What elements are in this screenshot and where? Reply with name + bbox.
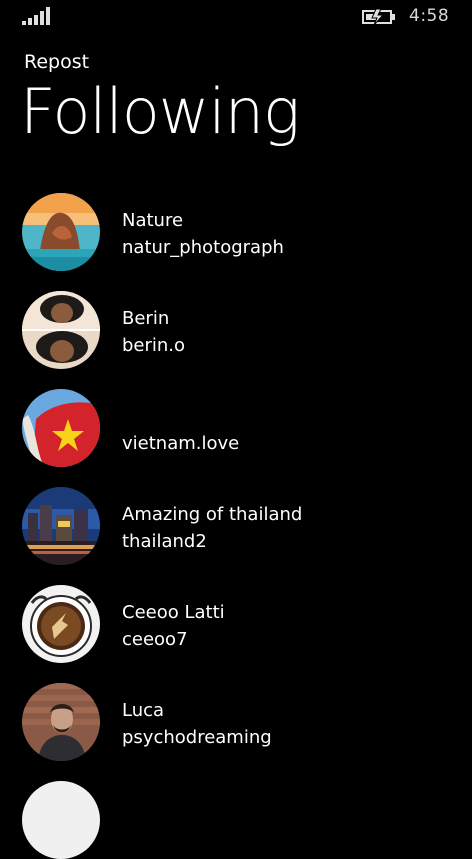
vietnam-flag-avatar — [22, 389, 100, 467]
following-handle: vietnam.love — [122, 433, 240, 454]
clock: 4:58 — [409, 6, 450, 26]
following-name: Amazing of thailand — [122, 504, 303, 525]
thailand-city-avatar — [22, 487, 100, 565]
following-name: Luca — [122, 700, 165, 721]
list-item[interactable]: Luca psychodreaming — [0, 679, 472, 777]
list-item[interactable]: Nature natur_photograph — [0, 189, 472, 287]
berin-avatar — [22, 291, 100, 369]
list-item[interactable]: Amazing of thailand thailand2 — [0, 483, 472, 581]
following-handle: thailand2 — [122, 531, 207, 552]
nature-avatar — [22, 193, 100, 271]
list-item[interactable]: vietnam.love — [0, 385, 472, 483]
status-bar: 4:58 — [0, 0, 472, 34]
following-name: Berin — [122, 308, 170, 329]
app-title: Repost — [24, 51, 90, 73]
following-handle: psychodreaming — [122, 727, 272, 748]
page-title: Following — [20, 75, 300, 148]
following-list: Nature natur_photograph Berin berin.o vi… — [0, 189, 472, 777]
coffee-cup-avatar — [22, 585, 100, 663]
following-handle: natur_photograph — [122, 237, 284, 258]
list-item-avatar-partial[interactable] — [22, 781, 100, 859]
battery-charging-icon — [362, 9, 395, 25]
following-handle: berin.o — [122, 335, 186, 356]
list-item[interactable]: Berin berin.o — [0, 287, 472, 385]
following-name: Ceeoo Latti — [122, 602, 225, 623]
luca-avatar — [22, 683, 100, 761]
list-item[interactable]: Ceeoo Latti ceeoo7 — [0, 581, 472, 679]
following-handle: ceeoo7 — [122, 629, 188, 650]
signal-strength-icon — [22, 7, 50, 25]
following-name: Nature — [122, 210, 184, 231]
